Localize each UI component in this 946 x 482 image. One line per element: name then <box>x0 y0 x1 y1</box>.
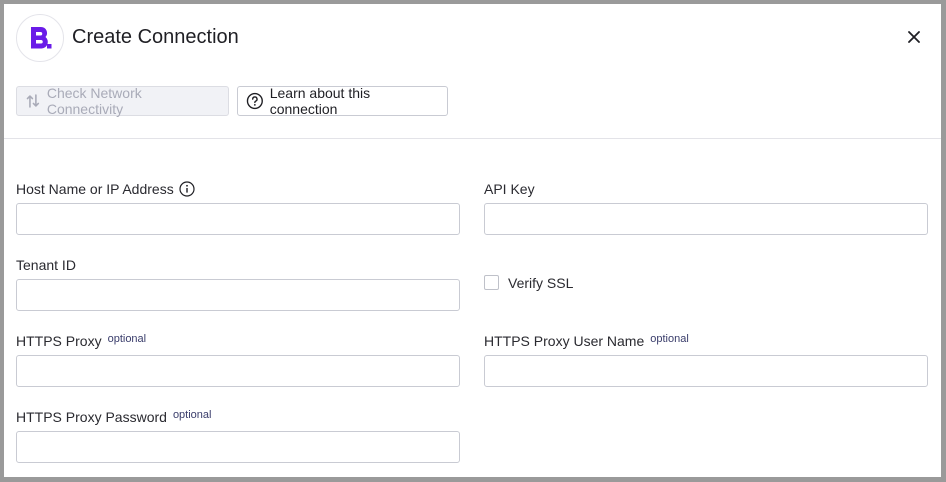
tenant-id-label: Tenant ID <box>16 257 76 273</box>
dialog-header: Create Connection Check Network Connecti… <box>4 4 941 139</box>
tenant-id-input[interactable] <box>16 279 460 311</box>
check-network-connectivity-label: Check Network Connectivity <box>46 85 142 117</box>
optional-tag: optional <box>650 333 689 345</box>
https-proxy-user-name-label: HTTPS Proxy User Name optional <box>484 333 689 349</box>
https-proxy-input[interactable] <box>16 355 460 387</box>
learn-about-connection-label: Learn about this connection <box>269 85 371 117</box>
create-connection-dialog: Create Connection Check Network Connecti… <box>4 4 941 477</box>
https-proxy-label: HTTPS Proxy optional <box>16 333 146 349</box>
host-name-input[interactable] <box>16 203 460 235</box>
https-proxy-label-text: HTTPS Proxy <box>16 333 102 349</box>
network-arrows-icon <box>26 94 40 108</box>
close-icon <box>908 31 920 43</box>
optional-tag: optional <box>107 333 147 345</box>
api-key-input[interactable] <box>484 203 928 235</box>
https-proxy-user-name-label-text: HTTPS Proxy User Name <box>484 333 645 349</box>
api-key-label-text: API Key <box>484 181 535 197</box>
dialog-title: Create Connection <box>72 26 239 48</box>
brand-b-logo-icon <box>16 14 64 62</box>
learn-about-connection-button[interactable]: Learn about this connection <box>237 85 448 117</box>
https-proxy-password-label: HTTPS Proxy Password optional <box>16 409 211 425</box>
api-key-label: API Key <box>484 181 535 197</box>
https-proxy-password-label-text: HTTPS Proxy Password <box>16 409 167 425</box>
https-proxy-password-input[interactable] <box>16 431 460 463</box>
verify-ssl-label[interactable]: Verify SSL <box>508 275 573 291</box>
info-icon[interactable] <box>179 181 195 197</box>
tenant-id-label-text: Tenant ID <box>16 257 76 273</box>
host-name-label-text: Host Name or IP Address <box>16 181 174 197</box>
optional-tag: optional <box>172 409 212 421</box>
check-network-connectivity-button[interactable]: Check Network Connectivity <box>16 85 229 117</box>
host-name-label: Host Name or IP Address <box>16 181 195 197</box>
https-proxy-user-name-input[interactable] <box>484 355 928 387</box>
verify-ssl-checkbox[interactable] <box>484 275 499 290</box>
question-circle-icon <box>246 92 263 110</box>
close-button[interactable] <box>905 28 923 46</box>
